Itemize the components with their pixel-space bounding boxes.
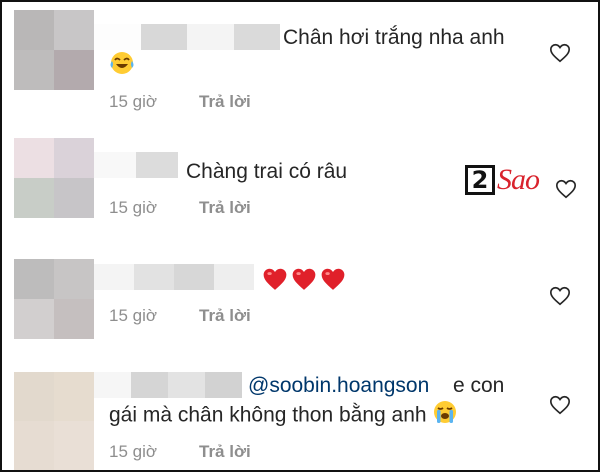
reply-button[interactable]: Trả lời [199, 306, 251, 326]
comment-time: 15 giờ [109, 92, 158, 111]
comment-text-line2: gái mà chân không thon bằng anh [109, 399, 458, 433]
reply-button[interactable]: Trả lời [199, 442, 251, 462]
like-heart-icon[interactable] [549, 285, 571, 307]
like-heart-icon[interactable] [549, 394, 571, 416]
avatar[interactable] [14, 259, 94, 339]
comment-time: 15 giờ [109, 306, 158, 325]
reply-button[interactable]: Trả lời [199, 92, 251, 112]
logo-number: 2 [465, 165, 495, 195]
red-heart-icon [292, 268, 316, 290]
avatar[interactable] [14, 138, 94, 218]
watermark-logo: 2 Sao [465, 162, 540, 198]
like-heart-icon[interactable] [555, 178, 577, 200]
username-redacted[interactable] [94, 264, 254, 290]
mention-link[interactable]: @soobin.hoangson [248, 374, 429, 397]
red-heart-icon [263, 268, 287, 290]
comments-panel: Chân hơi trắng nha anh 15 giờ Trả lời Ch… [0, 0, 600, 472]
red-heart-icon [321, 268, 345, 290]
reply-button[interactable]: Trả lời [199, 198, 251, 218]
avatar[interactable] [14, 372, 94, 470]
comment-text-line1: @soobin.hoangson e con [248, 374, 505, 397]
username-redacted[interactable] [94, 372, 242, 398]
comment-time: 15 giờ [109, 442, 158, 461]
comment-text: Chân hơi trắng nha anh [283, 26, 505, 49]
laughing-emoji-icon [109, 50, 135, 81]
like-heart-icon[interactable] [549, 42, 571, 64]
username-redacted[interactable] [94, 152, 178, 178]
avatar[interactable] [14, 10, 94, 90]
loudly-crying-face-icon [432, 399, 458, 433]
comment-text: Chàng trai có râu [186, 160, 348, 183]
logo-text: Sao [497, 163, 540, 196]
hearts-reaction [262, 266, 346, 292]
comment-time: 15 giờ [109, 198, 158, 217]
username-redacted[interactable] [94, 24, 280, 50]
